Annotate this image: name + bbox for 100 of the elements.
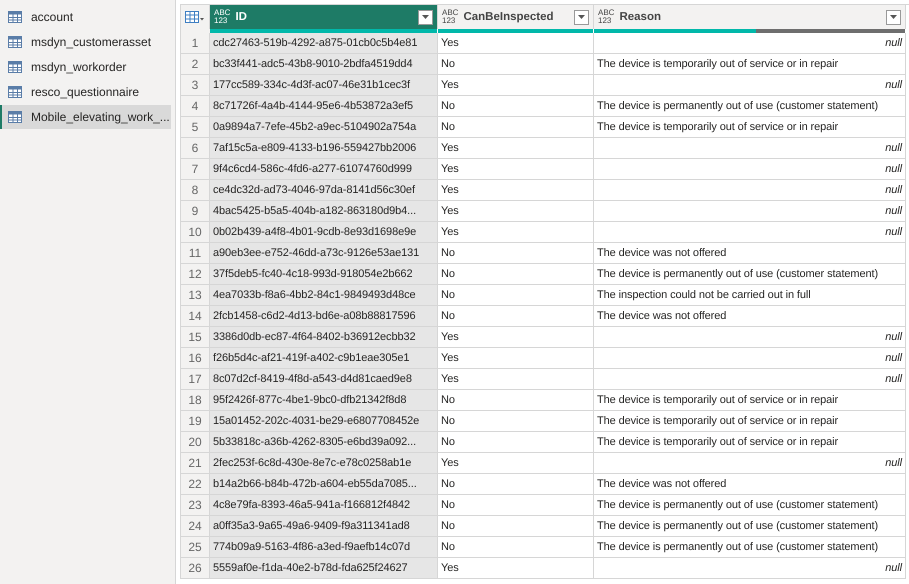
table-cell: No [438, 537, 594, 558]
table-cell: 0b02b439-a4f8-4b01-9cdb-8e93d1698e9e [210, 222, 438, 243]
table-cell: Yes [438, 33, 594, 54]
row-number: 10 [181, 222, 210, 243]
row-number: 8 [181, 180, 210, 201]
row-number: 26 [181, 558, 210, 579]
row-number: 7 [181, 159, 210, 180]
table-cell: The device is permanently out of use (customer statement) [594, 537, 906, 558]
table-cell: No [438, 243, 594, 264]
table-cell: 4bac5425-b5a5-404b-a182-863180d9b4... [210, 201, 438, 222]
table-icon [8, 61, 22, 73]
type-label: ABC 123 [214, 9, 230, 25]
row-number: 24 [181, 516, 210, 537]
table-cell: a90eb3ee-e752-46dd-a73c-9126e53ae131 [210, 243, 438, 264]
table-cell: null [594, 138, 906, 159]
table-icon [8, 86, 22, 98]
query-item[interactable]: account [0, 5, 171, 29]
table-cell: Yes [438, 222, 594, 243]
row-number: 14 [181, 306, 210, 327]
query-item[interactable]: resco_questionnaire [0, 80, 171, 104]
table-cell: The device is permanently out of use (customer statement) [594, 516, 906, 537]
row-number: 6 [181, 138, 210, 159]
row-number: 18 [181, 390, 210, 411]
table-cell: cdc27463-519b-4292-a875-01cb0c5b4e81 [210, 33, 438, 54]
row-number: 3 [181, 75, 210, 96]
table-cell: 9f4c6cd4-586c-4fd6-a277-61074760d999 [210, 159, 438, 180]
table-cell: null [594, 369, 906, 390]
caret-icon [578, 15, 585, 19]
row-number: 19 [181, 411, 210, 432]
table-cell: 2fcb1458-c6d2-4d13-bd6e-a08b88817596 [210, 306, 438, 327]
table-cell: null [594, 558, 906, 579]
filter-dropdown-button[interactable] [418, 10, 433, 24]
table-cell: The device is temporarily out of service or in repair [594, 432, 906, 453]
table-cell: null [594, 75, 906, 96]
row-number: 5 [181, 117, 210, 138]
table-icon [8, 36, 22, 48]
query-item[interactable]: msdyn_workorder [0, 55, 171, 79]
table-cell: The device is temporarily out of service or in repair [594, 117, 906, 138]
table-cell: No [438, 516, 594, 537]
table-cell: No [438, 285, 594, 306]
table-cell: a0ff35a3-9a65-49a6-9409-f9a311341ad8 [210, 516, 438, 537]
table-cell: 95f2426f-877c-4be1-9bc0-dfb21342f8d8 [210, 390, 438, 411]
table-cell: No [438, 411, 594, 432]
table-cell: null [594, 201, 906, 222]
row-number: 11 [181, 243, 210, 264]
table-cell: 37f5deb5-fc40-4c18-993d-918054e2b662 [210, 264, 438, 285]
table-cell: No [438, 117, 594, 138]
row-number: 20 [181, 432, 210, 453]
table-cell: No [438, 96, 594, 117]
table-cell: The device is permanently out of use (customer statement) [594, 96, 906, 117]
table-menu-button[interactable] [181, 5, 210, 29]
table-cell: null [594, 453, 906, 474]
table-cell: Yes [438, 327, 594, 348]
row-number: 17 [181, 369, 210, 390]
table-cell: f26b5d4c-af21-419f-a402-c9b1eae305e1 [210, 348, 438, 369]
filter-dropdown-button[interactable] [886, 10, 901, 24]
table-cell: Yes [438, 558, 594, 579]
table-cell: null [594, 222, 906, 243]
table-cell: null [594, 348, 906, 369]
table-cell: null [594, 327, 906, 348]
table-cell: 4ea7033b-f8a6-4bb2-84c1-9849493d48ce [210, 285, 438, 306]
table-cell: ce4dc32d-ad73-4046-97da-8141d56c30ef [210, 180, 438, 201]
table-cell: 4c8e79fa-8393-46a5-941a-f166812f4842 [210, 495, 438, 516]
row-number: 21 [181, 453, 210, 474]
table-icon [8, 111, 22, 123]
row-number: 15 [181, 327, 210, 348]
table-cell: 8c07d2cf-8419-4f8d-a543-d4d81caed9e8 [210, 369, 438, 390]
table-cell: 2fec253f-6c8d-430e-8e7c-e78c0258ab1e [210, 453, 438, 474]
row-number: 13 [181, 285, 210, 306]
row-number: 25 [181, 537, 210, 558]
table-cell: The device is temporarily out of service or in repair [594, 411, 906, 432]
table-cell: 7af15c5a-e809-4133-b196-559427bb2006 [210, 138, 438, 159]
table-cell: bc33f441-adc5-43b8-9010-2bdfa4519dd4 [210, 54, 438, 75]
table-cell: Yes [438, 201, 594, 222]
table-cell: The device was not offered [594, 306, 906, 327]
table-cell: The device was not offered [594, 243, 906, 264]
query-item[interactable]: msdyn_customerasset [0, 30, 171, 54]
table-cell: 177cc589-334c-4d3f-ac07-46e31b1cec3f [210, 75, 438, 96]
table-cell: Yes [438, 159, 594, 180]
table-cell: null [594, 33, 906, 54]
type-label: ABC 123 [598, 9, 614, 25]
table-cell: The device is temporarily out of service or in repair [594, 390, 906, 411]
table-cell: null [594, 159, 906, 180]
table-cell: The device is permanently out of use (customer statement) [594, 264, 906, 285]
query-item[interactable]: Mobile_elevating_work_... [0, 105, 171, 129]
row-number: 22 [181, 474, 210, 495]
table-icon [8, 11, 22, 23]
table-cell: The inspection could not be carried out in full [594, 285, 906, 306]
table-cell: No [438, 495, 594, 516]
table-cell: No [438, 306, 594, 327]
table-cell: 5559af0e-f1da-40e2-b78d-fda625f24627 [210, 558, 438, 579]
table-cell: 0a9894a7-7efe-45b2-a9ec-5104902a754a [210, 117, 438, 138]
table-cell: No [438, 264, 594, 285]
table-cell: No [438, 432, 594, 453]
row-number: 23 [181, 495, 210, 516]
table-cell: 774b09a9-5163-4f86-a3ed-f9aefb14c07d [210, 537, 438, 558]
table-cell: Yes [438, 138, 594, 159]
row-number: 16 [181, 348, 210, 369]
filter-dropdown-button[interactable] [574, 10, 589, 24]
table-icon [185, 11, 205, 23]
